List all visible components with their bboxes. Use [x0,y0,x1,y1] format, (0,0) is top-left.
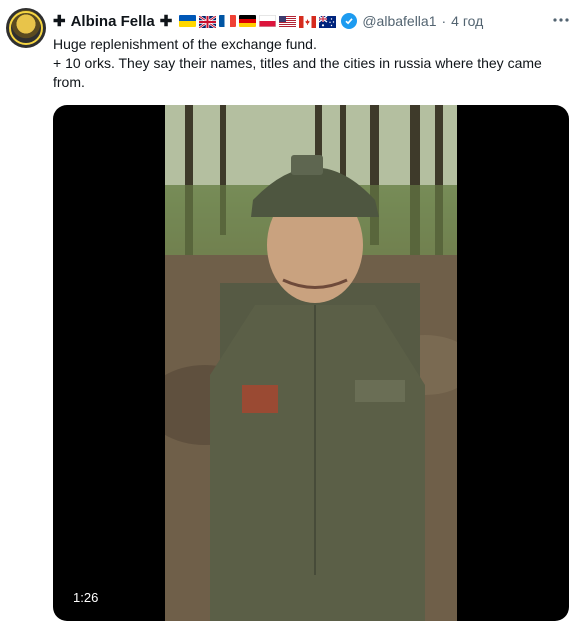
video-scene-image [165,105,457,621]
poland-flag-icon [259,15,277,27]
australia-flag-icon [318,15,337,28]
uk-flag-icon [198,15,218,29]
author-handle[interactable]: @albafella1 [362,13,436,29]
cross-right-icon: ✚ [159,13,173,30]
video-player[interactable]: 1:26 [53,105,569,621]
tweet-text-line1: Huge replenishment of the exchange fund. [53,36,317,52]
more-options-icon[interactable] [552,10,570,28]
verified-badge-icon [341,13,358,29]
france-flag-icon [219,15,237,27]
ukraine-flag-icon [179,15,197,27]
tweet-text-line2: + 10 orks. They say their names, titles … [53,55,542,90]
video-frame[interactable] [165,105,457,621]
separator: · [441,13,447,29]
canada-flag-icon [299,15,317,28]
author-name[interactable]: Albina Fella [71,13,155,30]
cross-left-icon: ✚ [53,13,66,30]
tweet-timestamp[interactable]: 4 год [451,13,483,29]
author-avatar[interactable] [6,8,46,48]
germany-flag-icon [239,15,257,27]
tweet-text: Huge replenishment of the exchange fund.… [53,35,573,92]
tweet-header: ✚ Albina Fella ✚ @albafella1 · 4 год [53,11,483,31]
video-duration: 1:26 [67,588,105,607]
avatar-ring [9,11,43,45]
flag-list [179,15,337,29]
usa-flag-icon [279,15,297,28]
